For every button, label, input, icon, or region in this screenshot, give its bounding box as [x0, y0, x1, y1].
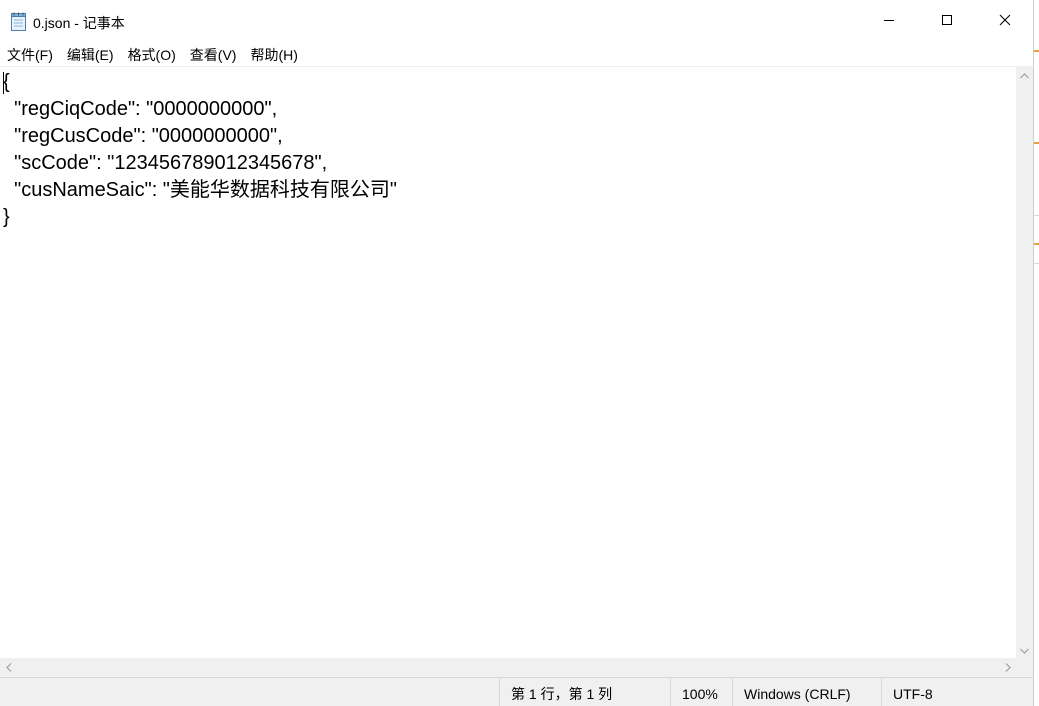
background-accent-mark — [1034, 142, 1039, 144]
maximize-icon — [941, 13, 953, 31]
background-accent-mark — [1034, 243, 1039, 245]
chevron-down-icon — [1020, 641, 1029, 659]
menu-view[interactable]: 查看(V) — [183, 45, 244, 65]
scroll-right-button[interactable] — [999, 659, 1016, 676]
status-line-ending: Windows (CRLF) — [732, 678, 881, 706]
window-title: 0.json - 记事本 — [33, 15, 125, 31]
chevron-left-icon — [5, 659, 12, 677]
editor-content[interactable]: { "regCiqCode": "0000000000", "regCusCod… — [3, 69, 397, 231]
menu-format[interactable]: 格式(O) — [121, 45, 183, 65]
minimize-icon — [883, 13, 895, 31]
status-bar: 第 1 行，第 1 列 100% Windows (CRLF) UTF-8 — [0, 677, 1033, 706]
scrollbar-corner — [1016, 658, 1033, 677]
menu-bar: 文件(F) 编辑(E) 格式(O) 查看(V) 帮助(H) — [0, 44, 1033, 65]
chevron-right-icon — [1005, 659, 1011, 677]
maximize-button[interactable] — [918, 0, 976, 44]
menu-help[interactable]: 帮助(H) — [243, 45, 304, 65]
notepad-icon — [10, 12, 28, 32]
notepad-window: 0.json - 记事本 文件(F) 编辑(E) 格式(O) 查看(V) 帮助(… — [0, 0, 1039, 706]
status-cursor-position: 第 1 行，第 1 列 — [499, 678, 670, 706]
horizontal-scrollbar[interactable] — [0, 658, 1016, 677]
status-zoom: 100% — [670, 678, 732, 706]
menu-file[interactable]: 文件(F) — [0, 45, 60, 65]
scroll-left-button[interactable] — [0, 659, 17, 676]
background-window-edge — [1033, 0, 1039, 706]
minimize-button[interactable] — [860, 0, 918, 44]
title-bar[interactable]: 0.json - 记事本 — [0, 0, 1033, 44]
close-icon — [999, 13, 1011, 31]
chevron-up-icon — [1020, 66, 1029, 84]
vertical-scrollbar[interactable] — [1016, 66, 1033, 658]
background-accent-mark — [1034, 50, 1039, 52]
text-editor-area[interactable]: { "regCiqCode": "0000000000", "regCusCod… — [0, 66, 1016, 658]
background-divider — [1034, 215, 1039, 216]
background-divider — [1034, 263, 1039, 264]
scroll-up-button[interactable] — [1016, 66, 1033, 83]
menu-edit[interactable]: 编辑(E) — [60, 45, 121, 65]
scroll-down-button[interactable] — [1016, 641, 1033, 658]
text-caret — [3, 72, 4, 94]
status-encoding: UTF-8 — [881, 678, 1033, 706]
close-button[interactable] — [976, 0, 1034, 44]
